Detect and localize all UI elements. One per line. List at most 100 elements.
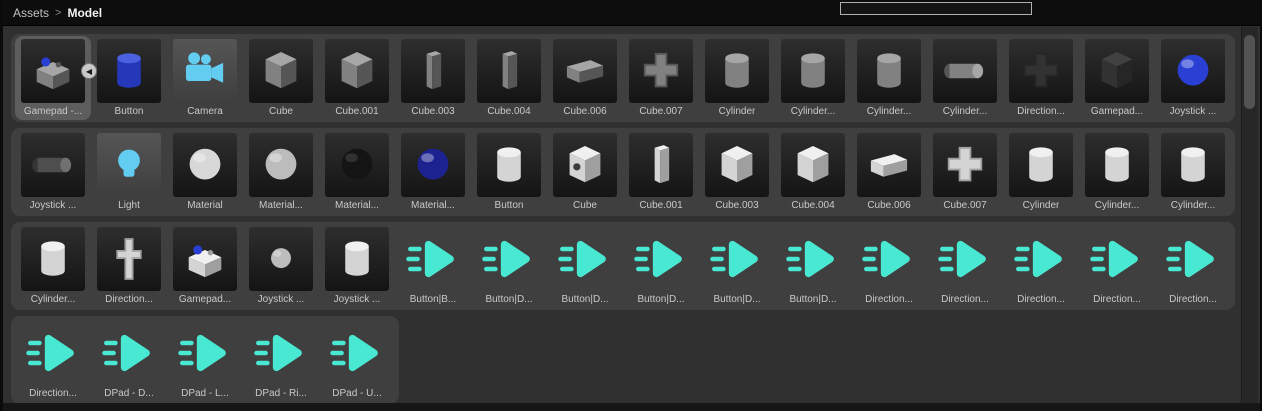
asset-label: Cube.004 — [791, 200, 835, 211]
asset-item[interactable]: Button|D... — [699, 224, 775, 308]
asset-label: Cube — [269, 106, 293, 117]
asset-item[interactable]: Cube.003 — [699, 130, 775, 214]
asset-item[interactable]: Button|D... — [775, 224, 851, 308]
asset-thumbnail — [325, 321, 389, 385]
asset-item[interactable]: Cylinder... — [775, 36, 851, 120]
asset-item[interactable]: Direction... — [1079, 224, 1155, 308]
asset-label: Cylinder... — [942, 106, 988, 117]
asset-thumbnail — [21, 321, 85, 385]
asset-thumbnail — [857, 39, 921, 103]
sphere-icon — [189, 148, 221, 180]
expand-badge[interactable]: ◀ — [81, 63, 97, 79]
asset-item[interactable]: DPad - L... — [167, 318, 243, 402]
asset-label: Gamepad... — [1090, 106, 1144, 117]
asset-item[interactable]: Direction... — [927, 224, 1003, 308]
asset-label: Direction... — [1093, 294, 1141, 305]
asset-item[interactable]: Cylinder... — [927, 36, 1003, 120]
asset-thumbnail — [1161, 227, 1225, 291]
asset-row: Cylinder... Direction... Gamepad... Joystic… — [11, 222, 1235, 310]
asset-item[interactable]: Cube.004 — [471, 36, 547, 120]
cylinder-icon — [725, 53, 749, 88]
search-input[interactable] — [840, 2, 1032, 15]
light-icon — [118, 149, 140, 177]
asset-item[interactable]: Button|D... — [471, 224, 547, 308]
asset-item[interactable]: Button|D... — [623, 224, 699, 308]
asset-item[interactable]: Joystick ... — [15, 130, 91, 214]
asset-item[interactable]: Gamepad... — [167, 224, 243, 308]
asset-label: Cube.006 — [867, 200, 911, 211]
asset-item[interactable]: Button — [91, 36, 167, 120]
asset-item[interactable]: Joystick ... — [1155, 36, 1231, 120]
cylinder-icon — [497, 147, 521, 182]
asset-item[interactable]: DPad - Ri... — [243, 318, 319, 402]
asset-item[interactable]: Cube.001 — [319, 36, 395, 120]
scrollbar-thumb[interactable] — [1244, 35, 1255, 109]
asset-item[interactable]: Direction... — [851, 224, 927, 308]
breadcrumb-model[interactable]: Model — [67, 6, 102, 20]
asset-item[interactable]: Cylinder — [699, 36, 775, 120]
asset-item[interactable]: Cube.006 — [851, 130, 927, 214]
breadcrumb-assets[interactable]: Assets — [13, 6, 49, 20]
asset-thumbnail — [249, 321, 313, 385]
asset-label: Button|D... — [713, 294, 761, 305]
asset-row: Joystick ... Light Material Material... Mate… — [11, 128, 1235, 216]
asset-item[interactable]: Direction... — [15, 318, 91, 402]
cylinder-h-icon — [944, 63, 984, 79]
asset-item[interactable]: Cube — [547, 130, 623, 214]
asset-label: Direction... — [105, 294, 153, 305]
asset-item[interactable]: Light — [91, 130, 167, 214]
dircross-icon — [116, 238, 142, 280]
asset-item[interactable]: Joystick ... — [243, 224, 319, 308]
asset-item[interactable]: Cylinder... — [15, 224, 91, 308]
asset-item[interactable]: Cube.003 — [395, 36, 471, 120]
anim-icon — [1166, 240, 1214, 278]
asset-item[interactable]: Cube.004 — [775, 130, 851, 214]
asset-item[interactable]: Direction... — [1003, 36, 1079, 120]
asset-item[interactable]: Direction... — [91, 224, 167, 308]
asset-thumbnail — [249, 39, 313, 103]
asset-item[interactable]: Material — [167, 130, 243, 214]
cross-icon — [1023, 52, 1059, 88]
asset-thumbnail — [705, 227, 769, 291]
asset-item[interactable]: Button|D... — [547, 224, 623, 308]
asset-item[interactable]: Cylinder... — [1155, 130, 1231, 214]
asset-label: Camera — [187, 106, 223, 117]
asset-item[interactable]: Cylinder — [1003, 130, 1079, 214]
asset-label: Button|D... — [637, 294, 685, 305]
asset-item[interactable]: Direction... — [1003, 224, 1079, 308]
asset-item[interactable]: Cube — [243, 36, 319, 120]
asset-item[interactable]: Joystick ... — [319, 224, 395, 308]
asset-item[interactable]: Button — [471, 130, 547, 214]
asset-item[interactable]: Cube.007 — [623, 36, 699, 120]
asset-label: Cylinder — [718, 106, 756, 117]
asset-thumbnail — [857, 227, 921, 291]
asset-item[interactable]: DPad - D... — [91, 318, 167, 402]
asset-thumbnail — [1009, 133, 1073, 197]
asset-item[interactable]: DPad - U... — [319, 318, 395, 402]
asset-item[interactable]: Cylinder... — [851, 36, 927, 120]
asset-item[interactable]: Cube.007 — [927, 130, 1003, 214]
asset-label: Button|B... — [409, 294, 457, 305]
asset-item[interactable]: Material... — [243, 130, 319, 214]
asset-item[interactable]: Button|B... — [395, 224, 471, 308]
window-bottom-edge — [3, 403, 1260, 411]
anim-icon — [178, 334, 226, 372]
asset-item[interactable]: Direction... — [1155, 224, 1231, 308]
asset-thumbnail — [705, 133, 769, 197]
vertical-scrollbar[interactable] — [1241, 27, 1258, 403]
asset-item[interactable]: Material... — [395, 130, 471, 214]
asset-item[interactable]: Cylinder... — [1079, 130, 1155, 214]
asset-item[interactable]: Cube.001 — [623, 130, 699, 214]
asset-thumbnail — [1085, 227, 1149, 291]
anim-icon — [26, 334, 74, 372]
asset-thumbnail — [173, 227, 237, 291]
asset-item[interactable]: Gamepad... — [1079, 36, 1155, 120]
asset-thumbnail — [401, 133, 465, 197]
asset-item[interactable]: Camera — [167, 36, 243, 120]
asset-item[interactable]: Cube.006 — [547, 36, 623, 120]
cylinder-icon — [345, 241, 369, 276]
asset-thumbnail — [249, 133, 313, 197]
asset-item[interactable]: ◀ Gamepad -... — [15, 36, 97, 120]
sphere-icon — [1177, 54, 1209, 86]
asset-item[interactable]: Material... — [319, 130, 395, 214]
